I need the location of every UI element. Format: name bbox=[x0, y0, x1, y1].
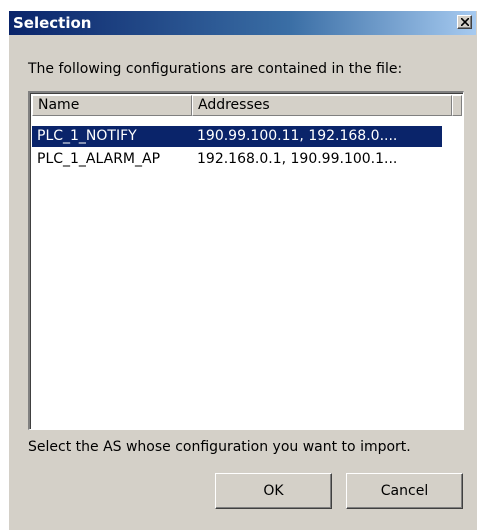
selection-dialog: Selection The following configurations a… bbox=[8, 10, 477, 530]
cancel-button[interactable]: Cancel bbox=[346, 473, 463, 509]
instruction-label: The following configurations are contain… bbox=[28, 61, 403, 77]
window-title: Selection bbox=[13, 14, 92, 32]
list-item-name: PLC_1_ALARM_AP bbox=[37, 151, 161, 167]
column-header-addresses[interactable]: Addresses bbox=[192, 95, 452, 116]
hint-label: Select the AS whose configuration you wa… bbox=[28, 439, 411, 455]
close-icon bbox=[461, 18, 469, 26]
list-item-addresses: 190.99.100.11, 192.168.0.... bbox=[197, 128, 398, 144]
column-header-filler bbox=[452, 95, 462, 116]
list-item[interactable]: PLC_1_ALARM_AP 192.168.0.1, 190.99.100.1… bbox=[32, 149, 442, 170]
title-bar[interactable]: Selection bbox=[9, 11, 476, 35]
list-item[interactable]: PLC_1_NOTIFY 190.99.100.11, 192.168.0...… bbox=[32, 126, 442, 147]
list-item-addresses: 192.168.0.1, 190.99.100.1... bbox=[197, 151, 398, 167]
list-item-name: PLC_1_NOTIFY bbox=[37, 128, 137, 144]
column-header-name[interactable]: Name bbox=[32, 95, 192, 116]
close-button[interactable] bbox=[457, 15, 472, 29]
list-header: Name Addresses bbox=[32, 95, 462, 116]
configurations-list[interactable]: Name Addresses PLC_1_NOTIFY 190.99.100.1… bbox=[28, 91, 464, 430]
ok-button[interactable]: OK bbox=[215, 473, 332, 509]
